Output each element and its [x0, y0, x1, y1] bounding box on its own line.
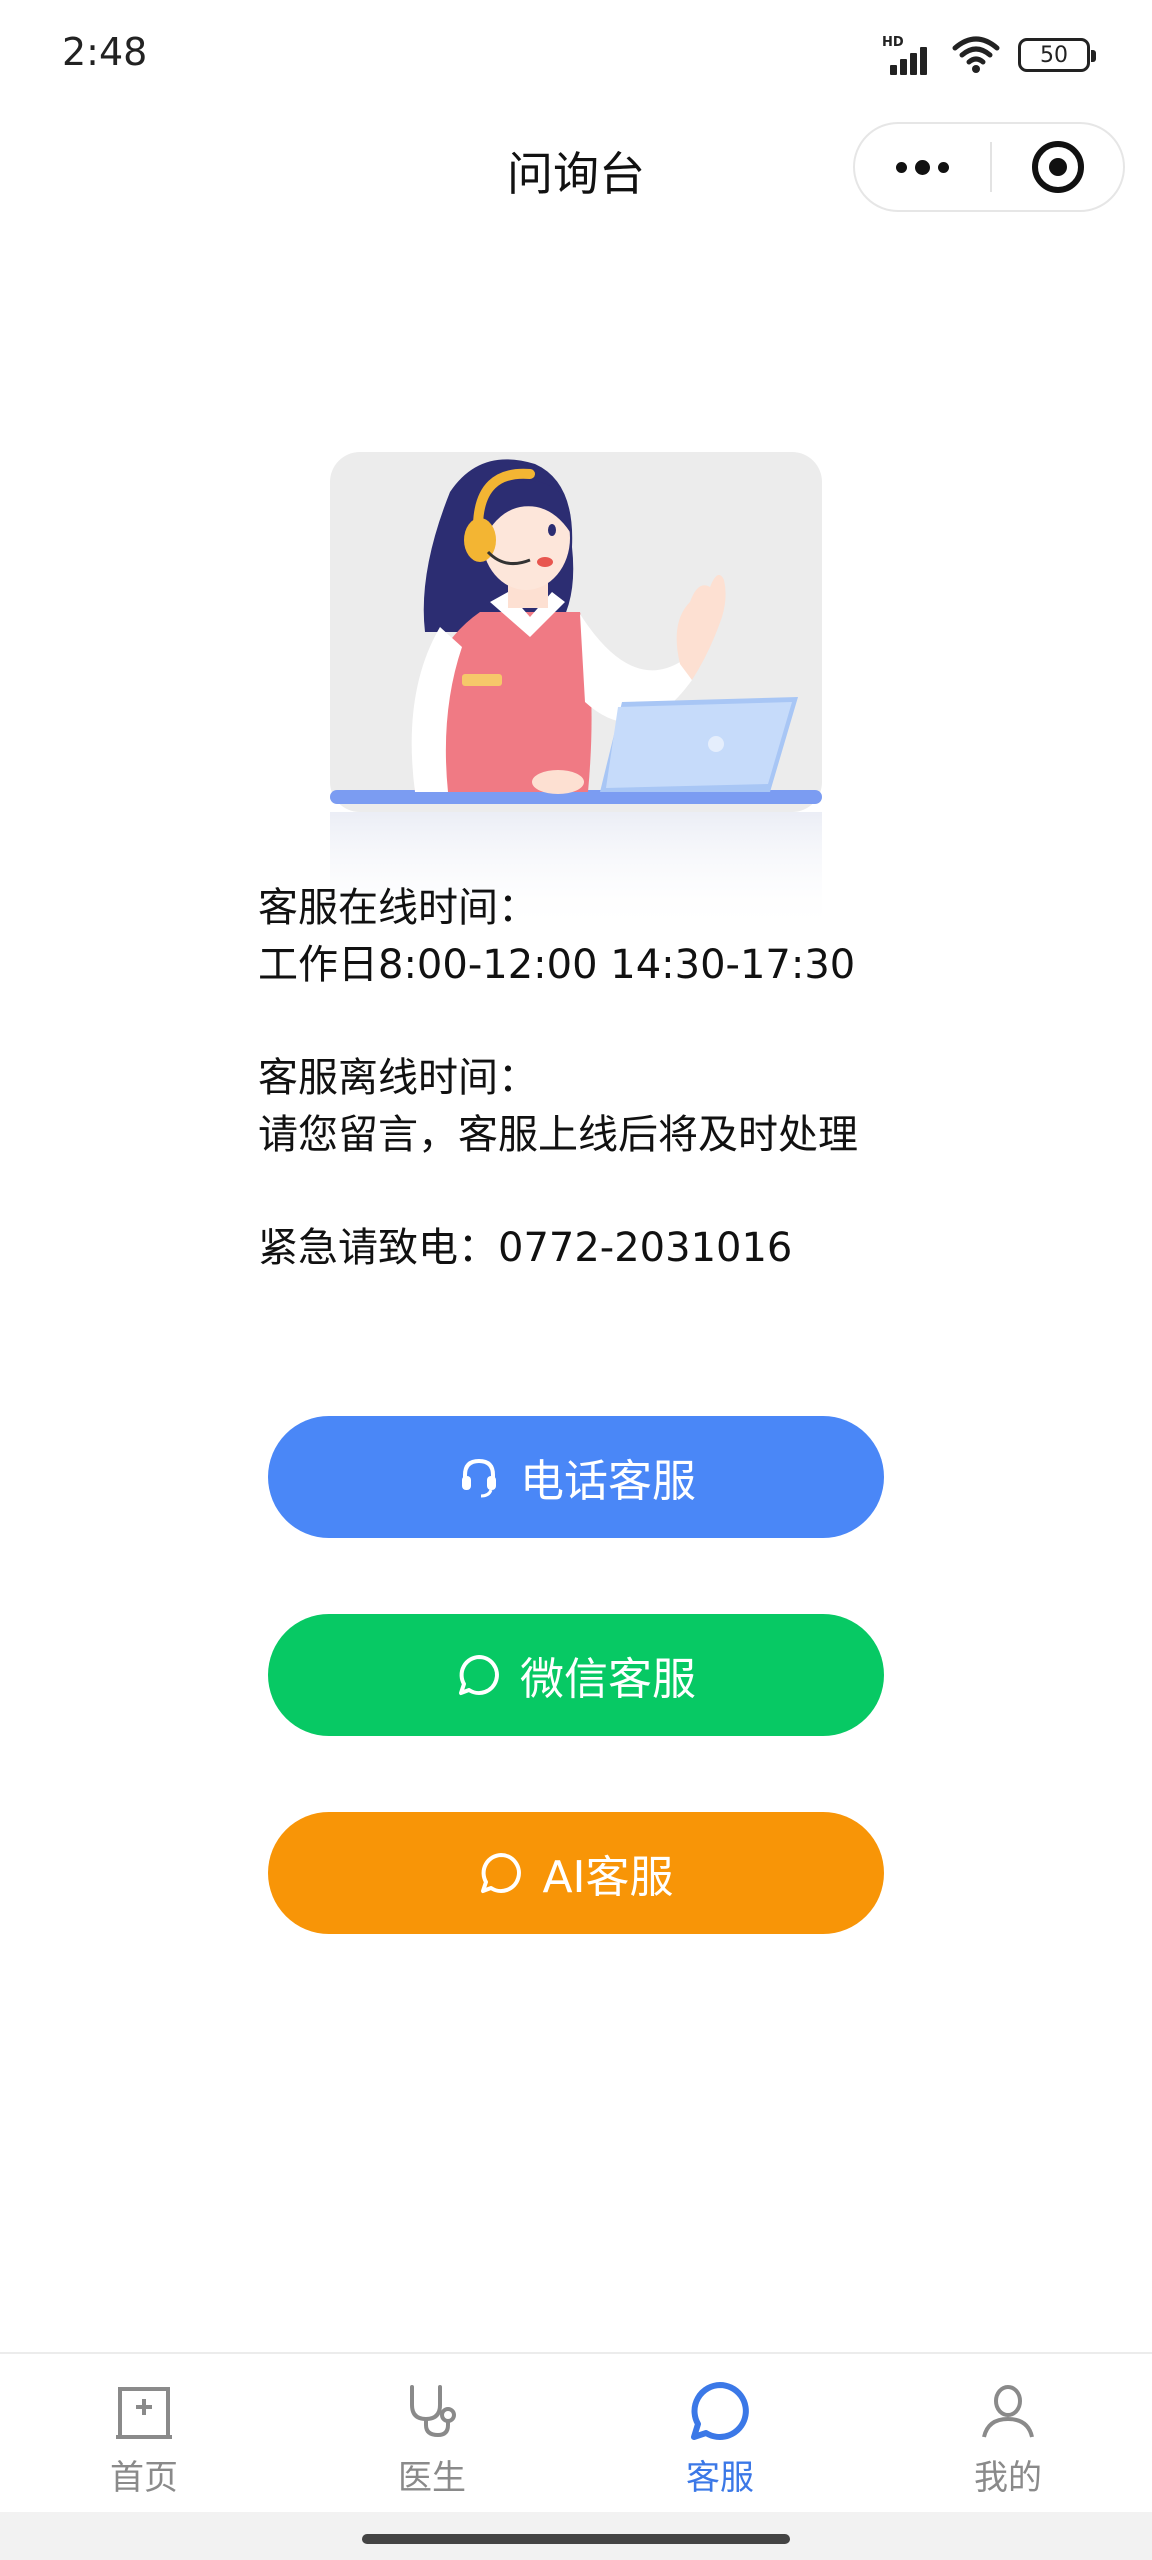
hospital-icon [111, 2378, 177, 2444]
customer-service-illustration [330, 452, 822, 932]
wechat-service-button[interactable]: 微信客服 [268, 1614, 884, 1736]
mini-program-capsule [853, 122, 1125, 212]
cellular-signal-icon: HD [882, 35, 934, 75]
battery-icon: 50 [1018, 38, 1096, 72]
battery-level: 50 [1040, 42, 1068, 68]
service-info: 客服在线时间： 工作日8:00-12:00 14:30-17:30 客服离线时间… [258, 880, 978, 1277]
user-icon [975, 2378, 1041, 2444]
headset-icon [456, 1454, 502, 1500]
ai-service-button[interactable]: AI客服 [268, 1812, 884, 1934]
online-hours-title: 客服在线时间： [258, 885, 538, 931]
wifi-icon [952, 36, 1000, 73]
more-options-button[interactable] [855, 124, 990, 210]
status-icons: HD 50 [882, 32, 1096, 78]
home-indicator[interactable] [362, 2534, 790, 2544]
online-hours-value: 工作日8:00-12:00 14:30-17:30 [258, 942, 856, 988]
stethoscope-icon [399, 2378, 465, 2444]
phone-service-label: 电话客服 [520, 1456, 696, 1507]
chat-bubble-icon [456, 1652, 502, 1698]
tab-service[interactable]: 客服 [576, 2354, 864, 2512]
tab-service-label: 客服 [686, 2458, 754, 2498]
tab-home[interactable]: 首页 [0, 2354, 288, 2512]
tab-mine-label: 我的 [974, 2458, 1042, 2498]
chat-bubble-icon [478, 1850, 524, 1896]
ai-service-label: AI客服 [542, 1852, 674, 1903]
tab-doctor-label: 医生 [398, 2458, 466, 2498]
tab-mine[interactable]: 我的 [864, 2354, 1152, 2512]
bottom-tab-bar: 首页 医生 客服 我的 [0, 2352, 1152, 2512]
tab-doctor[interactable]: 医生 [288, 2354, 576, 2512]
target-icon [1031, 141, 1084, 193]
offline-hours-title: 客服离线时间： [258, 1055, 538, 1101]
status-bar: 2:48 HD 50 [0, 0, 1152, 110]
wechat-service-label: 微信客服 [520, 1654, 696, 1705]
close-mini-program-button[interactable] [992, 124, 1123, 210]
tab-home-label: 首页 [110, 2458, 178, 2498]
status-time: 2:48 [62, 30, 148, 74]
emergency-phone: 紧急请致电：0772-2031016 [258, 1225, 793, 1271]
phone-service-button[interactable]: 电话客服 [268, 1416, 884, 1538]
chat-bubble-icon [687, 2378, 753, 2444]
offline-hours-note: 请您留言，客服上线后将及时处理 [258, 1112, 858, 1158]
